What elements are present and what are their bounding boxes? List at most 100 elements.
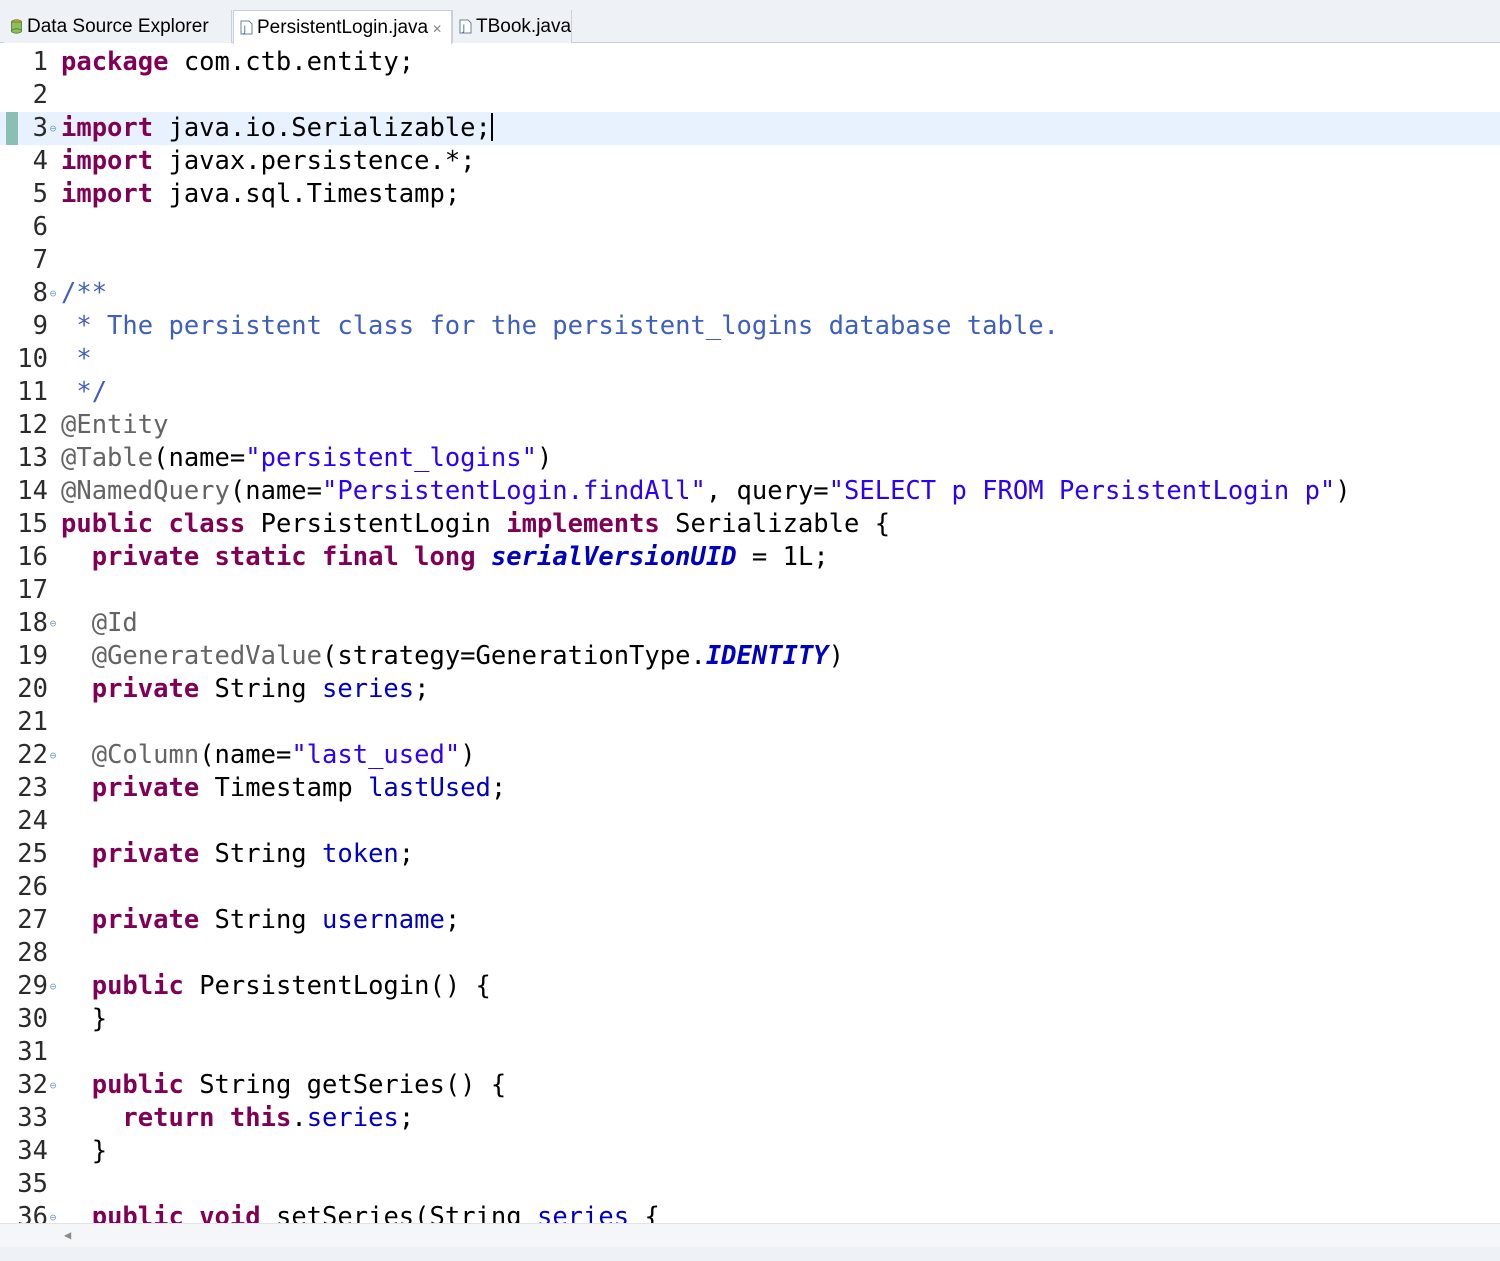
- fold-toggle-icon[interactable]: ⊖: [48, 970, 58, 1003]
- fold-toggle-icon[interactable]: ⊖: [48, 1069, 58, 1102]
- code-line[interactable]: 2: [0, 79, 1500, 112]
- fold-toggle-icon[interactable]: ⊖: [48, 739, 58, 772]
- code-line[interactable]: 3 ⊖ import java.io.Serializable;: [0, 112, 1500, 145]
- code-text: import javax.persistence.*;: [61, 145, 476, 178]
- code-token: ): [1335, 476, 1351, 506]
- code-token: ): [460, 740, 476, 770]
- scroll-left-arrow-icon[interactable]: ◀: [64, 1228, 71, 1242]
- line-number: 26: [17, 872, 48, 902]
- code-text: }: [61, 1135, 107, 1168]
- line-number: 5: [32, 179, 48, 209]
- code-line[interactable]: 36 ⊖ public void setSeries(String series …: [0, 1201, 1500, 1223]
- code-token: ;: [490, 773, 507, 803]
- tab-tbook-java[interactable]: J TBook.java: [452, 10, 572, 43]
- code-token: setSeries(String: [260, 1202, 537, 1223]
- code-line[interactable]: 8 ⊖/**: [0, 277, 1500, 310]
- code-line[interactable]: 12 @Entity: [0, 409, 1500, 442]
- code-line[interactable]: 25 private String token;: [0, 838, 1500, 871]
- code-token: * The persistent class for the persisten…: [61, 311, 1059, 341]
- code-token: @Column: [91, 740, 200, 770]
- code-token: void: [199, 1202, 261, 1223]
- code-line[interactable]: 22 ⊖ @Column(name="last_used"): [0, 739, 1500, 772]
- code-token: /**: [61, 278, 108, 308]
- code-line[interactable]: 15 public class PersistentLogin implement…: [0, 508, 1500, 541]
- code-token: final: [322, 542, 399, 572]
- code-line[interactable]: 11 */: [0, 376, 1500, 409]
- code-token: String: [199, 839, 323, 869]
- line-number: 2: [32, 80, 48, 110]
- code-line[interactable]: 19 @GeneratedValue(strategy=GenerationTy…: [0, 640, 1500, 673]
- code-line[interactable]: 23 private Timestamp lastUsed;: [0, 772, 1500, 805]
- code-line[interactable]: 7: [0, 244, 1500, 277]
- line-number: 12: [17, 410, 48, 440]
- code-text: /**: [61, 277, 107, 310]
- fold-toggle-icon[interactable]: ⊖: [48, 607, 58, 640]
- svg-text:J: J: [462, 24, 466, 34]
- code-token: java.io.Serializable;: [153, 113, 491, 143]
- code-line[interactable]: 31: [0, 1036, 1500, 1069]
- code-line[interactable]: 20 private String series;: [0, 673, 1500, 706]
- code-token: ): [536, 443, 553, 473]
- code-text: return this.series;: [61, 1102, 414, 1135]
- code-text: public String getSeries() {: [61, 1069, 507, 1102]
- code-editor[interactable]: 1 package com.ctb.entity; 2 3 ⊖ import java.i…: [0, 43, 1500, 1223]
- horizontal-scrollbar[interactable]: ◀: [0, 1223, 1500, 1247]
- code-line[interactable]: 35: [0, 1168, 1500, 1201]
- code-text: import java.io.Serializable;: [61, 112, 493, 145]
- line-number: 6: [32, 212, 48, 242]
- text-cursor: [490, 113, 493, 141]
- line-number: 22: [17, 740, 48, 770]
- code-token: .: [291, 1103, 307, 1133]
- code-token: public: [91, 971, 184, 1001]
- status-strip: [0, 1247, 1500, 1261]
- code-text: @Entity: [61, 409, 168, 442]
- line-number: 36: [17, 1202, 48, 1223]
- fold-toggle-icon[interactable]: ⊖: [48, 277, 58, 310]
- tab-persistentlogin-java[interactable]: J PersistentLogin.java ✕: [233, 10, 452, 44]
- fold-toggle-icon[interactable]: ⊖: [48, 1201, 58, 1223]
- code-line[interactable]: 6: [0, 211, 1500, 244]
- line-number: 15: [17, 509, 48, 539]
- code-line[interactable]: 9 * The persistent class for the persist…: [0, 310, 1500, 343]
- code-line[interactable]: 29 ⊖ public PersistentLogin() {: [0, 970, 1500, 1003]
- code-line[interactable]: 13 @Table(name="persistent_logins"): [0, 442, 1500, 475]
- line-number: 4: [32, 146, 48, 176]
- code-token: "SELECT p FROM PersistentLogin p": [828, 476, 1336, 506]
- code-line[interactable]: 17: [0, 574, 1500, 607]
- code-line[interactable]: 14 @NamedQuery(name="PersistentLogin.find…: [0, 475, 1500, 508]
- code-token: import: [61, 179, 154, 209]
- code-token: @Table: [61, 443, 154, 473]
- code-text: private String series;: [61, 673, 430, 706]
- code-line[interactable]: 33 return this.series;: [0, 1102, 1500, 1135]
- code-line[interactable]: 5 import java.sql.Timestamp;: [0, 178, 1500, 211]
- code-line[interactable]: 26: [0, 871, 1500, 904]
- code-token: @GeneratedValue: [91, 641, 323, 671]
- code-line[interactable]: 10 *: [0, 343, 1500, 376]
- code-line[interactable]: 18 ⊖ @Id: [0, 607, 1500, 640]
- code-line[interactable]: 16 private static final long serialVersi…: [0, 541, 1500, 574]
- code-line[interactable]: 21: [0, 706, 1500, 739]
- code-token: ;: [398, 839, 415, 869]
- tab-data-source-explorer[interactable]: Data Source Explorer: [4, 10, 232, 43]
- code-line[interactable]: 32 ⊖ public String getSeries() {: [0, 1069, 1500, 1102]
- close-icon[interactable]: ✕: [432, 22, 442, 36]
- code-line[interactable]: 4 import javax.persistence.*;: [0, 145, 1500, 178]
- line-number: 1: [32, 47, 48, 77]
- code-token: Serializable {: [659, 509, 891, 539]
- code-line[interactable]: 30 }: [0, 1003, 1500, 1036]
- code-line[interactable]: 24: [0, 805, 1500, 838]
- code-line[interactable]: 1 package com.ctb.entity;: [0, 46, 1500, 79]
- code-line[interactable]: 28: [0, 937, 1500, 970]
- code-line[interactable]: 34 }: [0, 1135, 1500, 1168]
- code-line[interactable]: 27 private String username;: [0, 904, 1500, 937]
- fold-toggle-icon[interactable]: ⊖: [48, 112, 58, 145]
- code-text: @Table(name="persistent_logins"): [61, 442, 552, 475]
- code-token: = 1L;: [736, 542, 829, 572]
- code-token: private: [91, 773, 200, 803]
